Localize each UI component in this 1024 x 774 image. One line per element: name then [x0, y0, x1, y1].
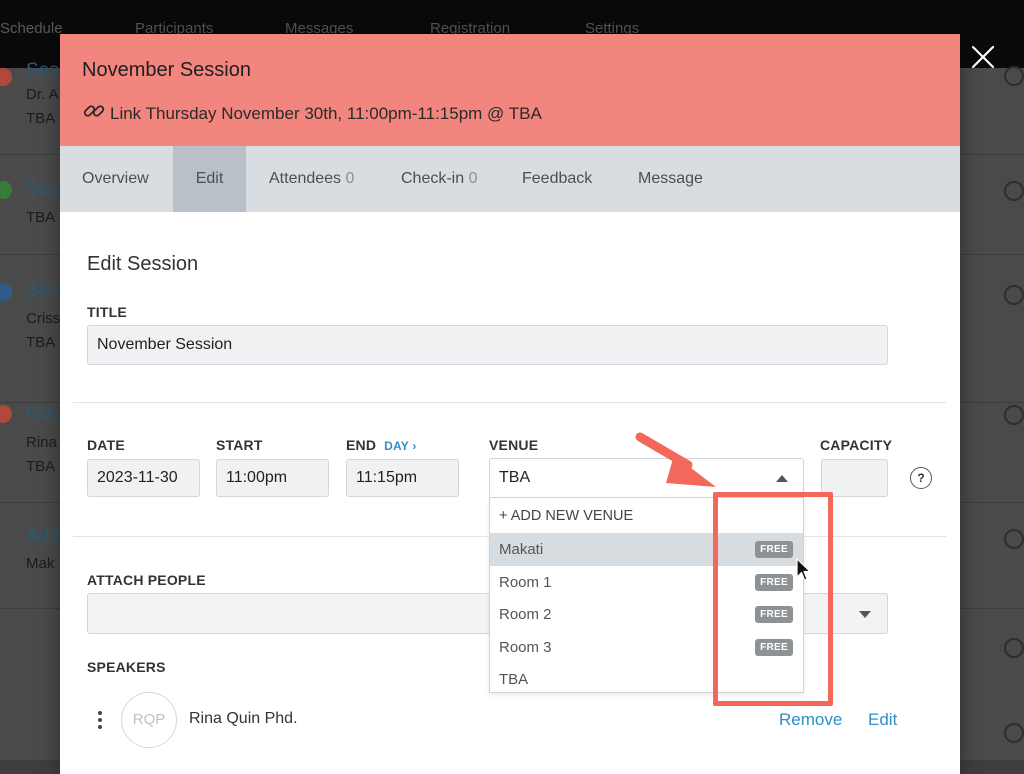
title-input[interactable]: November Session — [87, 325, 888, 365]
date-label: DATE — [87, 437, 125, 453]
mouse-cursor-icon — [796, 558, 811, 581]
date-input[interactable]: 2023-11-30 — [87, 459, 200, 497]
list-item-title: Nov — [26, 403, 60, 424]
list-item-title: Ses — [26, 179, 59, 200]
row-action-icon — [1004, 529, 1024, 549]
list-item-line: TBA — [26, 334, 56, 351]
nav-schedule[interactable]: Schedule — [0, 20, 63, 37]
speaker-name: Rina Quin Phd. — [189, 710, 298, 727]
more-options-icon[interactable] — [97, 711, 103, 729]
status-dot — [0, 68, 12, 86]
list-item-line: Dr. A — [26, 86, 59, 103]
chevron-down-icon — [859, 611, 871, 618]
check-in-count: 0 — [468, 170, 478, 187]
capacity-label: CAPACITY — [820, 437, 893, 453]
row-action-icon — [1004, 66, 1024, 86]
list-item-line: TBA — [26, 110, 56, 127]
tab-edit[interactable]: Edit — [173, 146, 246, 212]
annotation-arrow-icon — [635, 432, 716, 487]
attach-people-label: ATTACH PEOPLE — [87, 572, 206, 588]
status-dot — [0, 283, 12, 301]
link-label[interactable]: Link — [110, 104, 141, 123]
row-action-icon — [1004, 723, 1024, 743]
list-item-title: Add — [26, 525, 60, 546]
row-action-icon — [1004, 638, 1024, 658]
row-action-icon — [1004, 285, 1024, 305]
start-time-input[interactable]: 11:00pm — [216, 459, 329, 497]
modal-title: November Session — [82, 59, 251, 81]
tab-attendees[interactable]: Attendees 0 — [259, 146, 364, 212]
help-icon[interactable]: ? — [910, 467, 932, 489]
tab-overview[interactable]: Overview — [72, 146, 159, 212]
close-icon[interactable] — [968, 42, 998, 72]
status-dot — [0, 405, 12, 423]
end-time-input[interactable]: 11:15pm — [346, 459, 459, 497]
list-item-line: TBA — [26, 209, 56, 226]
section-title: Edit Session — [87, 253, 199, 275]
edit-speaker-button[interactable]: Edit — [868, 710, 897, 730]
end-label: END DAY › — [346, 437, 417, 453]
session-info: Link Thursday November 30th, 11:00pm-11:… — [82, 99, 542, 124]
list-item-line: Criss — [26, 310, 61, 327]
annotation-highlight-box — [713, 492, 833, 706]
tab-check-in[interactable]: Check-in 0 — [391, 146, 488, 212]
start-label: START — [216, 437, 263, 453]
chevron-up-icon — [776, 475, 788, 482]
row-action-icon — [1004, 181, 1024, 201]
status-dot — [0, 181, 12, 199]
title-label: TITLE — [87, 304, 127, 320]
link-icon[interactable] — [82, 99, 106, 123]
modal-header: November Session Link Thursday November … — [60, 34, 960, 146]
avatar: RQP — [121, 692, 177, 748]
attendees-count: 0 — [345, 170, 355, 187]
list-item-title: Ses — [26, 280, 59, 301]
list-item-line: Rina — [26, 434, 57, 451]
venue-label: VENUE — [489, 437, 539, 453]
tab-message[interactable]: Message — [628, 146, 713, 212]
modal-tabs: Overview Edit Attendees 0 Check-in 0 Fee… — [60, 146, 960, 212]
session-datetime: Thursday November 30th, 11:00pm-11:15pm … — [145, 104, 542, 123]
divider — [73, 402, 946, 403]
speakers-label: SPEAKERS — [87, 659, 166, 675]
list-item-line: Mak — [26, 555, 55, 572]
row-action-icon — [1004, 405, 1024, 425]
list-item-title: Ses — [26, 60, 59, 81]
venue-selected-value: TBA — [499, 469, 531, 486]
remove-speaker-button[interactable]: Remove — [779, 710, 842, 730]
list-item-line: TBA — [26, 458, 56, 475]
day-link[interactable]: DAY › — [384, 439, 416, 453]
tab-feedback[interactable]: Feedback — [512, 146, 602, 212]
